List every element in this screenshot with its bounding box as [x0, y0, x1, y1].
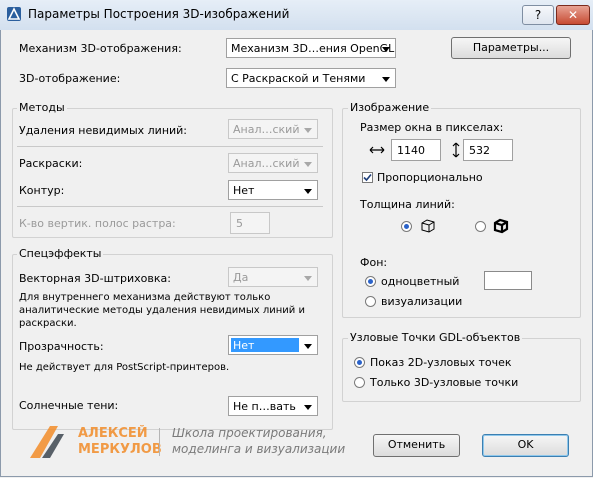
- show-2d-label: Показ 2D-узловых точек: [370, 356, 512, 369]
- transparency-label: Прозрачность:: [19, 340, 104, 353]
- vector-hatch-label: Векторная 3D-штриховка:: [19, 272, 171, 285]
- show-2d-radio[interactable]: [354, 357, 365, 368]
- chevron-down-icon: [304, 405, 312, 410]
- contour-label: Контур:: [19, 184, 65, 197]
- gdl-title: Узловые Точки GDL-объектов: [348, 331, 523, 344]
- size-label: Размер окна в пикселах:: [360, 121, 504, 134]
- only-3d-radio[interactable]: [354, 377, 365, 388]
- logo-divider: [159, 428, 160, 456]
- app-icon: [7, 7, 21, 21]
- chevron-down-icon: [304, 128, 312, 133]
- image-title: Изображение: [348, 101, 432, 114]
- image-group: [342, 108, 581, 318]
- hidden-lines-select[interactable]: Анал…ский: [228, 119, 318, 139]
- bg-render-label: визуализации: [381, 295, 463, 308]
- bg-single-radio[interactable]: [365, 276, 376, 287]
- bg-color-swatch[interactable]: [484, 271, 532, 290]
- engine-select[interactable]: Механизм 3D…ения OpenGL: [226, 38, 396, 58]
- cancel-button[interactable]: Отменить: [373, 434, 460, 457]
- logo-name-line2: МЕРКУЛОВ: [78, 442, 162, 457]
- radio-dot: [357, 360, 362, 365]
- checkmark-icon: [363, 173, 372, 182]
- chevron-down-icon: [382, 47, 390, 52]
- thick-lines-icon: [493, 218, 509, 234]
- note-internal: Для внутреннего механизма действуют толь…: [19, 292, 305, 329]
- contour-value: Нет: [233, 184, 255, 197]
- bg-render-radio[interactable]: [365, 296, 376, 307]
- proportional-label: Пропорционально: [377, 171, 483, 184]
- sun-shadows-label: Солнечные тени:: [19, 399, 119, 412]
- vector-hatch-value: Да: [233, 271, 249, 284]
- ok-button[interactable]: OK: [482, 434, 569, 457]
- line-thick-radio[interactable]: [475, 221, 486, 232]
- raster-label: К-во вертик. полос растра:: [19, 217, 176, 230]
- gdl-group: [342, 338, 581, 402]
- divider: [17, 206, 323, 207]
- height-value: 532: [469, 144, 490, 157]
- width-field[interactable]: 1140: [391, 139, 441, 161]
- chevron-down-icon: [304, 276, 312, 281]
- sun-shadows-value: Не п…вать: [233, 400, 296, 413]
- engine-label: Механизм 3D-отображения:: [19, 42, 182, 55]
- sun-shadows-select[interactable]: Не п…вать: [228, 396, 318, 416]
- logo-name-line1: АЛЕКСЕЙ: [78, 426, 148, 441]
- thin-lines-icon: [421, 219, 435, 233]
- only-3d-label: Только 3D-узловые точки: [370, 376, 519, 389]
- height-arrow-icon: [452, 142, 460, 158]
- methods-title: Методы: [17, 101, 67, 114]
- shading-label: Раскраски:: [19, 157, 83, 170]
- background-label: Фон:: [360, 256, 388, 269]
- window-title: Параметры Построения 3D-изображений: [28, 7, 290, 21]
- line-thin-radio[interactable]: [401, 221, 412, 232]
- effects-title: Спецэффекты: [17, 247, 104, 260]
- logo-tagline-line2: моделинга и визуализации: [172, 442, 346, 456]
- logo-icon: [30, 426, 64, 458]
- hidden-lines-label: Удаления невидимых линий:: [19, 124, 188, 137]
- help-button[interactable]: ?: [522, 5, 554, 25]
- height-field[interactable]: 532: [463, 139, 513, 161]
- chevron-down-icon: [304, 344, 312, 349]
- bg-single-label: одноцветный: [381, 275, 460, 288]
- radio-dot: [368, 279, 373, 284]
- raster-field[interactable]: 5: [230, 212, 270, 234]
- close-button[interactable]: ✕: [556, 5, 590, 25]
- line-thickness-label: Толщина линий:: [360, 198, 455, 211]
- note-postscript: Не действует для PostScript-принтеров.: [19, 362, 230, 373]
- width-value: 1140: [397, 144, 425, 157]
- transparency-select[interactable]: Нет: [228, 335, 318, 355]
- divider: [17, 146, 323, 147]
- chevron-down-icon: [304, 189, 312, 194]
- logo-tagline-line1: Школа проектирования,: [172, 426, 327, 440]
- proportional-checkbox[interactable]: [362, 172, 373, 183]
- contour-select[interactable]: Нет: [228, 180, 318, 200]
- chevron-down-icon: [382, 77, 390, 82]
- shading-value: Анал…ский: [233, 157, 300, 170]
- vector-hatch-select[interactable]: Да: [228, 267, 318, 287]
- width-arrow-icon: [369, 146, 385, 154]
- mode-value: С Раскраской и Тенями: [231, 72, 366, 85]
- transparency-value: Нет: [233, 339, 255, 352]
- mode-select[interactable]: С Раскраской и Тенями: [226, 68, 396, 88]
- hidden-lines-value: Анал…ский: [233, 123, 300, 136]
- radio-dot: [404, 224, 409, 229]
- mode-label: 3D-отображение:: [19, 72, 121, 85]
- chevron-down-icon: [304, 162, 312, 167]
- shading-select[interactable]: Анал…ский: [228, 153, 318, 173]
- engine-value: Механизм 3D…ения OpenGL: [231, 42, 395, 55]
- raster-value: 5: [236, 217, 243, 230]
- parameters-button[interactable]: Параметры...: [451, 37, 571, 59]
